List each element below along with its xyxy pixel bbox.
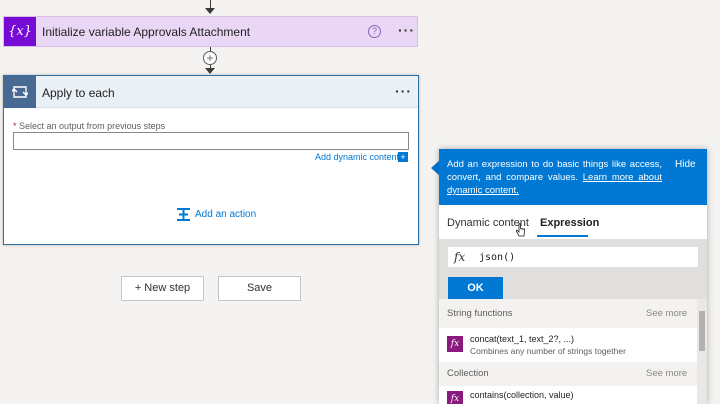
help-icon[interactable]: ? (368, 25, 381, 38)
section-collection: Collection See more (439, 362, 697, 386)
insert-step-plus-icon[interactable]: + (203, 51, 217, 65)
initialize-variable-step[interactable]: {x} Initialize variable Approvals Attach… (3, 16, 418, 47)
panel-header: Add an expression to do basic things lik… (439, 149, 707, 205)
required-marker: * (13, 121, 17, 131)
see-more-link[interactable]: See more (646, 368, 687, 379)
function-description: Combines any number of strings together (470, 346, 626, 356)
apply-to-each-step: Apply to each ··· * Select an output fro… (3, 75, 419, 245)
save-button[interactable]: Save (218, 276, 301, 301)
function-item-contains[interactable]: fx contains(collection, value) (439, 386, 697, 404)
variable-icon: {x} (4, 17, 36, 46)
section-string-functions: String functions See more (439, 299, 697, 323)
add-dynamic-content-link[interactable]: Add dynamic content (315, 152, 399, 162)
active-tab-indicator (537, 235, 588, 237)
function-icon: fx (447, 391, 463, 404)
see-more-link[interactable]: See more (646, 308, 687, 319)
add-action-icon[interactable] (176, 207, 191, 227)
function-name: concat(text_1, text_2?, ...) (470, 334, 575, 344)
fx-icon: fx (454, 250, 466, 264)
apply-to-each-title: Apply to each (42, 86, 115, 100)
loop-icon (4, 76, 36, 108)
panel-tabs: Dynamic content Expression (439, 205, 707, 239)
expression-value: json() (479, 252, 516, 263)
panel-description: Add an expression to do basic things lik… (447, 158, 662, 197)
plus-icon[interactable]: + (398, 152, 408, 162)
apply-to-each-header[interactable]: Apply to each ··· (4, 76, 418, 108)
output-field-label-text: Select an output from previous steps (19, 121, 166, 131)
new-step-button[interactable]: + New step (121, 276, 204, 301)
function-name: contains(collection, value) (470, 390, 574, 400)
output-field-label: * Select an output from previous steps (13, 121, 165, 131)
more-icon[interactable]: ··· (398, 22, 415, 38)
function-item-concat[interactable]: fx concat(text_1, text_2?, ...) Combines… (439, 328, 697, 362)
section-title: String functions (447, 308, 513, 319)
add-action-link[interactable]: Add an action (195, 209, 256, 220)
dynamic-content-panel: Add an expression to do basic things lik… (439, 149, 707, 404)
hide-button[interactable]: Hide (675, 159, 696, 170)
function-list-scrollbar[interactable] (697, 299, 707, 404)
expression-area: fx json() OK (439, 239, 707, 299)
output-field-input[interactable] (13, 132, 409, 150)
function-icon: fx (447, 336, 463, 352)
arrow-down-icon (205, 68, 215, 74)
scrollbar-thumb[interactable] (699, 311, 705, 351)
arrow-down-icon (205, 8, 215, 14)
ok-button[interactable]: OK (448, 277, 503, 299)
expression-input[interactable]: fx json() (447, 246, 699, 268)
function-list: String functions See more fx concat(text… (439, 299, 707, 404)
tab-expression[interactable]: Expression (540, 217, 599, 229)
section-title: Collection (447, 368, 489, 379)
variable-step-title: Initialize variable Approvals Attachment (42, 25, 251, 39)
more-icon[interactable]: ··· (395, 83, 412, 99)
